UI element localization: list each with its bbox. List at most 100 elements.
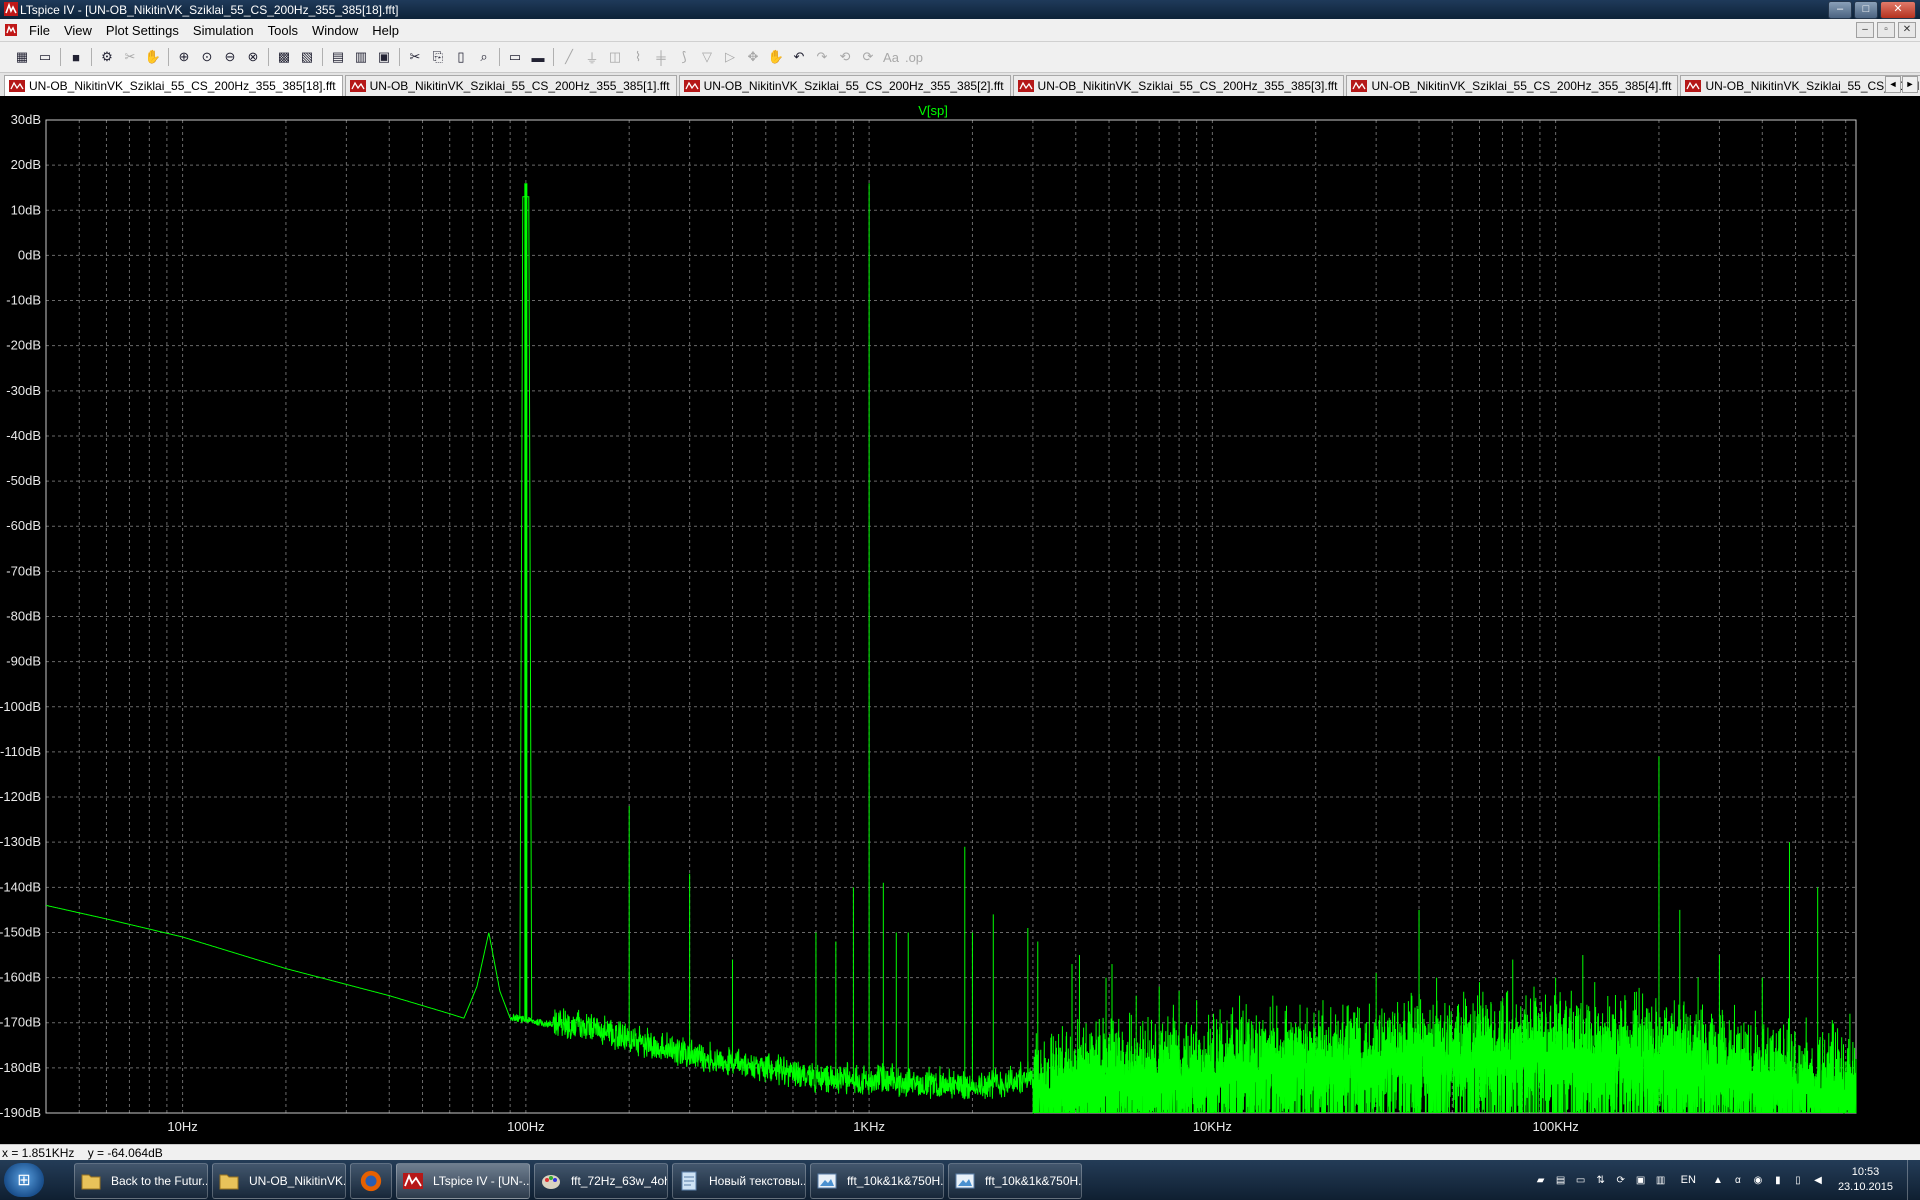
taskbar-item-7[interactable]: fft_10k&1k&750H...	[948, 1163, 1082, 1199]
diode-icon[interactable]: ▽	[697, 47, 717, 67]
text-icon[interactable]: Aa	[881, 47, 901, 67]
maximize-button[interactable]: □	[1854, 1, 1878, 19]
y-tick-label: 20dB	[11, 157, 41, 172]
taskbar-item-4[interactable]: fft_72Hz_63w_4oh...	[534, 1163, 668, 1199]
taskbar-item-2[interactable]	[350, 1163, 392, 1199]
tray-monitor-icon[interactable]: ▭	[1573, 1173, 1589, 1187]
autorange-icon[interactable]: ▩	[274, 47, 294, 67]
ltspice-app-icon	[4, 2, 18, 16]
tile-horizontal-icon[interactable]: ▤	[328, 47, 348, 67]
redo-icon[interactable]: ↷	[812, 47, 832, 67]
language-indicator[interactable]: EN	[1681, 1174, 1696, 1186]
undo-icon[interactable]: ↶	[789, 47, 809, 67]
tray-note-icon[interactable]: ▤	[1553, 1173, 1569, 1187]
zoom-in-icon[interactable]: ⊕	[174, 47, 194, 67]
tab-scroll-left-button[interactable]: ◄	[1885, 76, 1901, 93]
halt-icon[interactable]: ✋	[143, 47, 163, 67]
show-hidden-icon[interactable]: ▲	[1710, 1173, 1726, 1187]
windows-start-icon[interactable]: ⊞	[4, 1163, 44, 1197]
drag-icon[interactable]: ✋	[766, 47, 786, 67]
taskbar-item-1[interactable]: UN-OB_NikitinVK...	[212, 1163, 346, 1199]
close-button[interactable]: ✕	[1880, 1, 1916, 19]
mdi-restore-button[interactable]: ▫	[1877, 22, 1895, 38]
print-icon[interactable]: ▬	[528, 47, 548, 67]
menu-tools[interactable]: Tools	[268, 23, 298, 38]
network-status-icon[interactable]: ▯	[1790, 1173, 1806, 1187]
move-icon[interactable]: ✥	[743, 47, 763, 67]
cascade-icon[interactable]: ▣	[374, 47, 394, 67]
print-preview-icon[interactable]: ▭	[505, 47, 525, 67]
system-tray: ▰ ▤ ▭ ⇅ ⟳ ▣ ▥ EN ▲ α ◉ ▮ ▯ ◀ 10:53 23.10.2015	[1533, 1160, 1920, 1200]
menu-window[interactable]: Window	[312, 23, 358, 38]
cursor-readout: x = 1.851KHz y = -64.064dB	[2, 1146, 163, 1160]
tray-sync-icon[interactable]: ⟳	[1613, 1173, 1629, 1187]
inductor-icon[interactable]: ⟆	[674, 47, 694, 67]
fft-plot[interactable]: 30dB 20dB 10dB 0dB -10dB -20dB -30dB -40dB -50dB…	[0, 96, 1920, 1144]
menu-bar: File View Plot Settings Simulation Tools…	[0, 19, 1920, 42]
tab-document-3[interactable]: UN-OB_NikitinVK_Sziklai_55_CS_200Hz_355_…	[1012, 75, 1345, 96]
mark-icon[interactable]: ▧	[297, 47, 317, 67]
document-icon[interactable]	[4, 23, 18, 37]
component-icon[interactable]: ▷	[720, 47, 740, 67]
folder-icon	[217, 1169, 241, 1193]
capacitor-icon[interactable]: ╪	[651, 47, 671, 67]
taskbar-item-6[interactable]: fft_10k&1k&750H...	[810, 1163, 944, 1199]
find-icon[interactable]: ⌕	[474, 47, 494, 67]
show-desktop-button[interactable]	[1907, 1160, 1920, 1200]
menu-plot-settings[interactable]: Plot Settings	[106, 23, 179, 38]
tab-label: UN-OB_NikitinVK_Sziklai_55_CS_200Hz_355_…	[1037, 79, 1338, 93]
tray-display-icon[interactable]: ▣	[1633, 1173, 1649, 1187]
control-panel-icon[interactable]: ⚙	[97, 47, 117, 67]
resistor-icon[interactable]: ⌇	[628, 47, 648, 67]
copy-icon[interactable]: ⎘	[428, 47, 448, 67]
waveform-plot-pane[interactable]: 30dB 20dB 10dB 0dB -10dB -20dB -30dB -40dB -50dB…	[0, 96, 1920, 1144]
mdi-close-button[interactable]: ✕	[1898, 22, 1916, 38]
battery-icon[interactable]: ▮	[1770, 1173, 1786, 1187]
zoom-fit-icon[interactable]: ⊗	[243, 47, 263, 67]
shield-icon[interactable]: ◉	[1750, 1173, 1766, 1187]
zoom-out-icon[interactable]: ⊖	[220, 47, 240, 67]
tab-document-1[interactable]: UN-OB_NikitinVK_Sziklai_55_CS_200Hz_355_…	[344, 75, 677, 96]
document-tabs: UN-OB_NikitinVK_Sziklai_55_CS_200Hz_355_…	[0, 73, 1920, 97]
tab-document-2[interactable]: UN-OB_NikitinVK_Sziklai_55_CS_200Hz_355_…	[678, 75, 1011, 96]
tray-icons-2: ▲ α ◉ ▮ ▯ ◀	[1710, 1173, 1826, 1187]
menu-view[interactable]: View	[64, 23, 92, 38]
volume-icon[interactable]: ◀	[1810, 1173, 1826, 1187]
toolbar-separator	[168, 48, 169, 66]
tab-scroll-right-button[interactable]: ►	[1902, 76, 1918, 93]
mdi-minimize-button[interactable]: –	[1856, 22, 1874, 38]
taskbar-item-3[interactable]: LTspice IV - [UN-...	[396, 1163, 530, 1199]
cut-icon[interactable]: ✂	[405, 47, 425, 67]
spice-directive-icon[interactable]: .op	[904, 47, 924, 67]
wire-icon[interactable]: ╱	[559, 47, 579, 67]
y-tick-label: -30dB	[6, 383, 41, 398]
minimize-button[interactable]: –	[1828, 1, 1852, 19]
mirror-icon[interactable]: ⟳	[858, 47, 878, 67]
tab-document-4[interactable]: UN-OB_NikitinVK_Sziklai_55_CS_200Hz_355_…	[1346, 75, 1679, 96]
tile-vertical-icon[interactable]: ▥	[351, 47, 371, 67]
clock[interactable]: 10:53 23.10.2015	[1838, 1165, 1893, 1195]
tray-trash-icon[interactable]: ▥	[1653, 1173, 1669, 1187]
menu-help[interactable]: Help	[372, 23, 399, 38]
zoom-area-icon[interactable]: ⊙	[197, 47, 217, 67]
toolbar-separator	[91, 48, 92, 66]
label-icon[interactable]: ◫	[605, 47, 625, 67]
tab-document-0[interactable]: UN-OB_NikitinVK_Sziklai_55_CS_200Hz_355_…	[4, 75, 343, 96]
ground-icon[interactable]: ⏚	[582, 47, 602, 67]
new-schematic-icon[interactable]: ▦	[12, 47, 32, 67]
y-tick-label: -70dB	[6, 563, 41, 578]
menu-file[interactable]: File	[29, 23, 50, 38]
tray-folder-icon[interactable]: ▰	[1533, 1173, 1549, 1187]
antivirus-icon[interactable]: α	[1730, 1173, 1746, 1187]
paste-icon[interactable]: ▯	[451, 47, 471, 67]
menu-simulation[interactable]: Simulation	[193, 23, 254, 38]
taskbar-item-0[interactable]: Back to the Futur...	[74, 1163, 208, 1199]
ltspice-icon	[401, 1169, 425, 1193]
tray-network-icon[interactable]: ⇅	[1593, 1173, 1609, 1187]
open-icon[interactable]: ▭	[35, 47, 55, 67]
y-tick-label: -170dB	[0, 1015, 41, 1030]
taskbar-item-5[interactable]: Новый текстовы...	[672, 1163, 806, 1199]
save-icon[interactable]: ■	[66, 47, 86, 67]
rotate-icon[interactable]: ⟲	[835, 47, 855, 67]
run-icon[interactable]: ✂	[120, 47, 140, 67]
